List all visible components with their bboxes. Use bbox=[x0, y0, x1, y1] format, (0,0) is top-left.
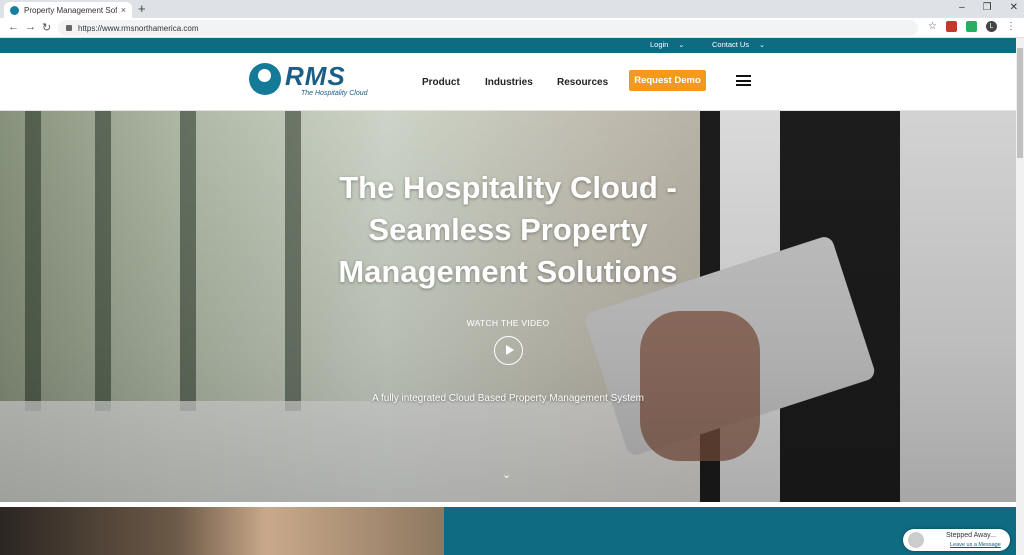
chat-avatar bbox=[908, 532, 924, 548]
tab-title: Property Management Software bbox=[24, 5, 117, 15]
forward-arrow-icon[interactable]: → bbox=[25, 21, 36, 33]
rms-logo[interactable]: RMS The Hospitality Cloud bbox=[249, 61, 371, 99]
main-navigation: RMS The Hospitality Cloud Product Indust… bbox=[0, 53, 1016, 111]
scrollbar-thumb[interactable] bbox=[1017, 48, 1023, 158]
chevron-down-icon: ⌄ bbox=[678, 42, 685, 49]
contact-us-link[interactable]: Contact Us ⌄ bbox=[712, 40, 765, 49]
request-demo-button[interactable]: Request Demo bbox=[629, 70, 706, 91]
bookmark-star-icon[interactable]: ☆ bbox=[928, 21, 937, 32]
hero-subtitle: A fully integrated Cloud Based Property … bbox=[372, 393, 644, 404]
url-text: https://www.rmsnorthamerica.com bbox=[78, 23, 199, 33]
browser-menu-icon[interactable]: ⋮ bbox=[1006, 21, 1016, 32]
close-window-button[interactable]: ✕ bbox=[1010, 2, 1018, 13]
utility-bar: Login ⌄ Contact Us ⌄ bbox=[0, 38, 1016, 53]
extension-icon[interactable] bbox=[966, 21, 977, 32]
browser-toolbar: ← → ↻ https://www.rmsnorthamerica.com ☆ … bbox=[0, 18, 1024, 38]
browser-tab-bar: Property Management Software × + – ❐ ✕ bbox=[0, 0, 1024, 18]
favicon-icon bbox=[10, 5, 19, 15]
reload-icon[interactable]: ↻ bbox=[42, 21, 51, 34]
browser-tab[interactable]: Property Management Software × bbox=[4, 2, 132, 18]
logo-globe-icon bbox=[249, 63, 281, 95]
chevron-down-icon[interactable]: ⌄ bbox=[502, 468, 511, 481]
hamburger-menu-icon[interactable] bbox=[736, 75, 751, 86]
profile-avatar[interactable]: L bbox=[986, 21, 997, 32]
hero-banner: The Hospitality Cloud - Seamless Propert… bbox=[0, 111, 1016, 502]
new-tab-button[interactable]: + bbox=[138, 1, 146, 16]
nav-item-industries[interactable]: Industries bbox=[485, 77, 533, 88]
leave-message-link[interactable]: Leave us a Message bbox=[950, 542, 1001, 548]
extensions-area: ☆ L ⋮ bbox=[928, 21, 1016, 32]
minimize-button[interactable]: – bbox=[959, 2, 965, 13]
play-icon[interactable] bbox=[494, 336, 523, 365]
logo-tagline: The Hospitality Cloud bbox=[301, 90, 368, 97]
hero-title: The Hospitality Cloud - Seamless Propert… bbox=[338, 170, 678, 289]
logo-wordmark: RMS bbox=[285, 61, 346, 91]
chat-widget[interactable]: Stepped Away... Leave us a Message bbox=[903, 529, 1010, 551]
nav-item-product[interactable]: Product bbox=[422, 77, 460, 88]
chevron-down-icon: ⌄ bbox=[759, 42, 765, 49]
address-bar[interactable]: https://www.rmsnorthamerica.com bbox=[58, 20, 918, 36]
restaurant-image bbox=[0, 507, 444, 555]
nav-item-resources[interactable]: Resources bbox=[557, 77, 608, 88]
restore-button[interactable]: ❐ bbox=[983, 2, 992, 13]
chat-status: Stepped Away... bbox=[946, 532, 996, 539]
close-tab-icon[interactable]: × bbox=[121, 5, 126, 15]
watch-video-label[interactable]: WATCH THE VIDEO bbox=[420, 318, 596, 328]
extension-icon[interactable] bbox=[946, 21, 957, 32]
back-arrow-icon[interactable]: ← bbox=[8, 21, 19, 33]
login-link[interactable]: Login ⌄ bbox=[650, 40, 684, 49]
lock-icon bbox=[66, 25, 72, 31]
window-controls: – ❐ ✕ bbox=[959, 2, 1018, 13]
